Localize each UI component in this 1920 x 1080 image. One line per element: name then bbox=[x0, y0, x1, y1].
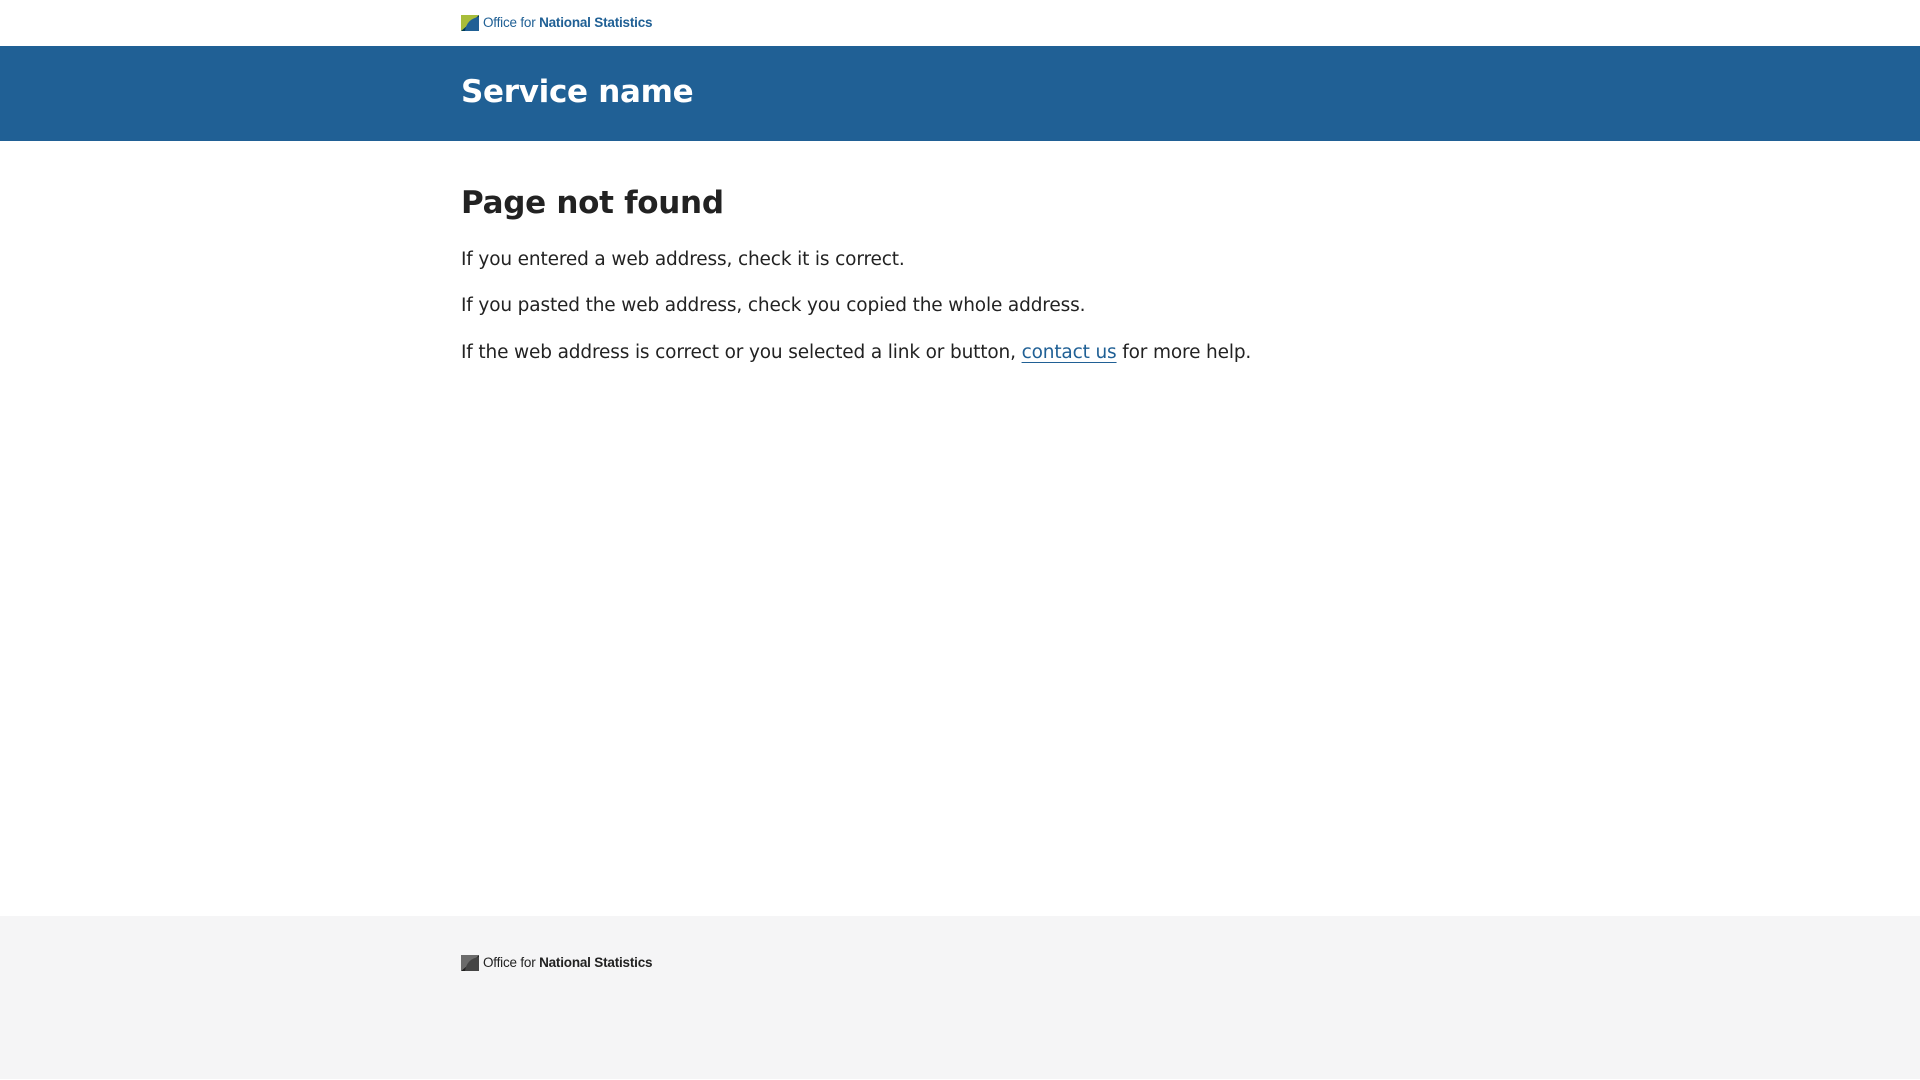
site-header: Office for National Statistics Service n… bbox=[0, 0, 1920, 141]
service-name-link[interactable]: Service name bbox=[461, 73, 694, 111]
ons-logo-link[interactable]: Office for National Statistics bbox=[461, 14, 653, 32]
masthead: Office for National Statistics bbox=[0, 0, 1920, 46]
contact-us-link[interactable]: contact us bbox=[1022, 342, 1117, 363]
paragraph-contact-after: for more help. bbox=[1116, 342, 1252, 363]
footer-logo-text-bold: National Statistics bbox=[539, 955, 653, 970]
paragraph-pasted-address: If you pasted the web address, check you… bbox=[461, 295, 1086, 316]
service-header-band: Service name bbox=[0, 46, 1920, 141]
footer-logo-text-light: Office for bbox=[483, 955, 540, 970]
footer-ons-logo-icon bbox=[461, 955, 479, 971]
page-title: Page not found bbox=[461, 185, 724, 221]
footer-ons-logo-link[interactable]: Office for National Statistics bbox=[461, 954, 653, 972]
logo-text-bold: National Statistics bbox=[539, 15, 653, 30]
paragraph-contact: If the web address is correct or you sel… bbox=[461, 340, 1251, 366]
ons-logo-text: Office for National Statistics bbox=[483, 14, 653, 32]
paragraph-contact-before: If the web address is correct or you sel… bbox=[461, 342, 1022, 363]
logo-text-light: Office for bbox=[483, 15, 540, 30]
footer-logo-text: Office for National Statistics bbox=[483, 954, 653, 972]
site-footer: Office for National Statistics bbox=[0, 916, 1920, 1080]
paragraph-check-address: If you entered a web address, check it i… bbox=[461, 249, 905, 270]
ons-logo-icon bbox=[461, 15, 479, 31]
main-content: Page not found If you entered a web addr… bbox=[0, 141, 1920, 916]
